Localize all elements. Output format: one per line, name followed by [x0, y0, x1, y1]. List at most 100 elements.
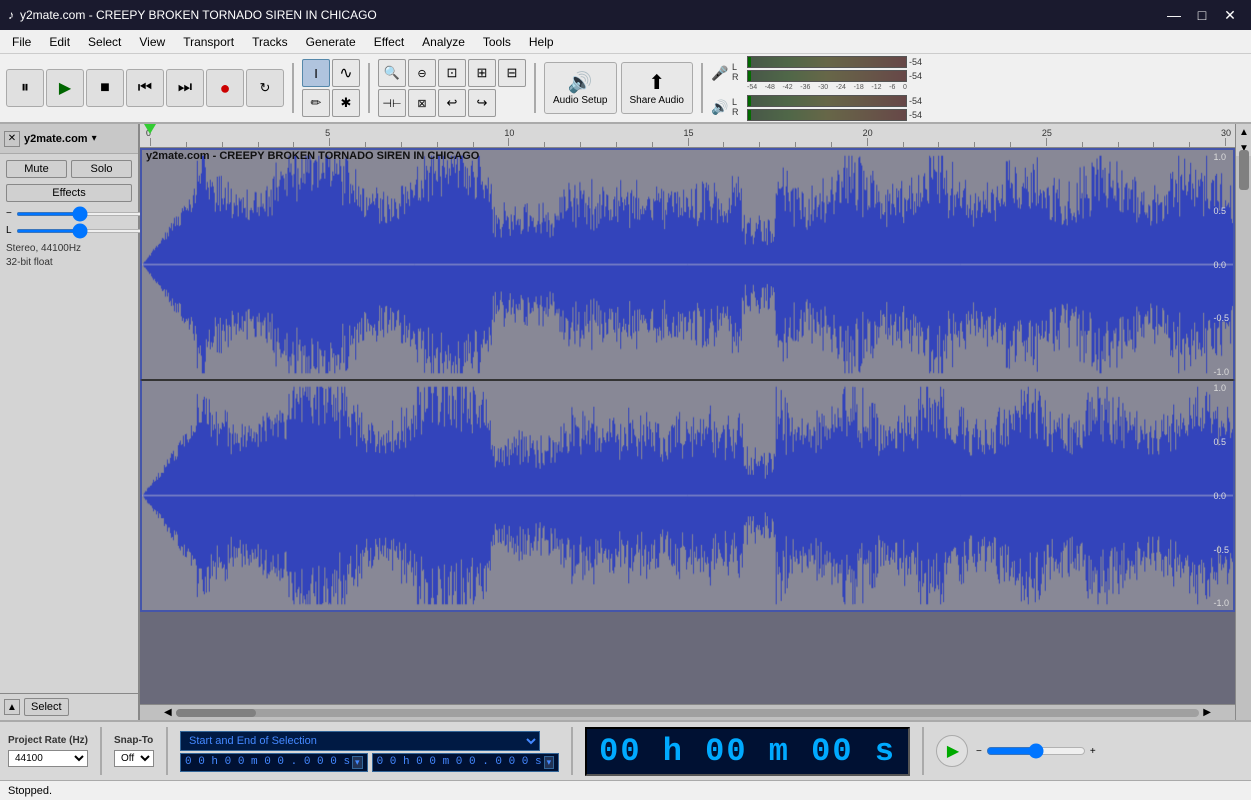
- playback-db-label-r: -54: [909, 110, 929, 120]
- gain-slider[interactable]: [16, 212, 145, 216]
- track-close-icon: ✕: [8, 133, 16, 144]
- menu-file[interactable]: File: [4, 33, 39, 51]
- record-level-bar-r: [747, 70, 907, 82]
- speed-slider[interactable]: [986, 743, 1086, 759]
- menu-help[interactable]: Help: [521, 33, 562, 51]
- mute-button[interactable]: Mute: [6, 160, 67, 178]
- separator-3: [534, 63, 536, 113]
- redo-button[interactable]: ↪: [468, 89, 496, 117]
- multi-tool-icon: ✱: [341, 95, 352, 111]
- stop-button[interactable]: ■: [86, 69, 124, 107]
- select-button[interactable]: Select: [24, 698, 69, 716]
- selection-type-dropdown[interactable]: Start and End of Selection Start and Len…: [180, 731, 540, 751]
- menu-view[interactable]: View: [131, 33, 173, 51]
- record-icon: ●: [220, 78, 231, 99]
- record-button[interactable]: ●: [206, 69, 244, 107]
- track-close-button[interactable]: ✕: [4, 131, 20, 147]
- audio-setup-button[interactable]: 🔊 Audio Setup: [544, 62, 617, 114]
- scroll-right-arrow[interactable]: ▶: [1199, 707, 1215, 718]
- play-button[interactable]: ▶: [46, 69, 84, 107]
- minimize-button[interactable]: —: [1161, 4, 1187, 26]
- separator-2: [368, 63, 370, 113]
- silence-audio-button[interactable]: ⊠: [408, 89, 436, 117]
- waveform-container[interactable]: y2mate.com - CREEPY BROKEN TORNADO SIREN…: [140, 148, 1235, 704]
- selection-end-spinner[interactable]: ▾: [544, 756, 555, 769]
- menu-edit[interactable]: Edit: [41, 33, 78, 51]
- menu-effect[interactable]: Effect: [366, 33, 412, 51]
- zoom-in-button[interactable]: 🔍: [378, 59, 406, 87]
- zoom-group: 🔍 ⊖ ⊡ ⊞ ⊟ ⊣⊢ ⊠ ↩: [378, 59, 526, 117]
- effects-button[interactable]: Effects: [6, 184, 132, 202]
- envelope-tool-button[interactable]: ∿: [332, 59, 360, 87]
- menu-analyze[interactable]: Analyze: [414, 33, 473, 51]
- meter-area: 🎤 LR -54 -54 -54-48-42-36-30-24-18-12-60: [711, 58, 929, 118]
- play-icon: ▶: [59, 78, 71, 98]
- share-audio-label: Share Audio: [630, 95, 685, 106]
- record-meter-row: 🎤 LR -54 -54 -54-48-42-36-30-24-18-12-60: [711, 56, 929, 91]
- share-audio-icon: ⬆: [648, 70, 665, 95]
- solo-button[interactable]: Solo: [71, 160, 132, 178]
- bottom-play-button[interactable]: ▶: [936, 735, 968, 767]
- lr-label-playback: LR: [732, 98, 744, 118]
- menu-transport[interactable]: Transport: [175, 33, 242, 51]
- playback-meter-row: 🔊 LR -54 -54: [711, 95, 929, 121]
- skip-end-button[interactable]: ⏭: [166, 69, 204, 107]
- undo-button[interactable]: ↩: [438, 89, 466, 117]
- menu-bar: File Edit Select View Transport Tracks G…: [0, 30, 1251, 54]
- bottom-play-icon: ▶: [947, 741, 959, 761]
- record-level-mask-r: [751, 71, 906, 81]
- snap-to-select[interactable]: Off On: [114, 750, 154, 767]
- v-scrollbar-thumb[interactable]: [1239, 150, 1249, 190]
- track-info: Stereo, 44100Hz 32-bit float: [6, 242, 132, 270]
- selection-start-spinner[interactable]: ▾: [352, 756, 363, 769]
- gain-row: − +: [6, 208, 132, 219]
- menu-tools[interactable]: Tools: [475, 33, 519, 51]
- playback-level-mask-r: [751, 110, 906, 120]
- skip-start-button[interactable]: ⏮: [126, 69, 164, 107]
- share-audio-button[interactable]: ⬆ Share Audio: [621, 62, 694, 114]
- loop-button[interactable]: ↻: [246, 69, 284, 107]
- track-panel: ✕ y2mate.com ▾ Mute Solo Effects − + L R: [0, 124, 140, 720]
- empty-track-area: [140, 612, 1235, 704]
- zoom-selection-button[interactable]: ⊟: [498, 59, 526, 87]
- fit-project-icon: ⊡: [447, 65, 458, 81]
- zoom-out-button[interactable]: ⊖: [408, 59, 436, 87]
- draw-tool-icon: ✏: [311, 95, 322, 111]
- trim-audio-button[interactable]: ⊣⊢: [378, 89, 406, 117]
- silence-audio-icon: ⊠: [417, 97, 426, 110]
- maximize-button[interactable]: □: [1189, 4, 1215, 26]
- scroll-left-arrow[interactable]: ◀: [160, 707, 176, 718]
- fit-project-button[interactable]: ⊡: [438, 59, 466, 87]
- bottom-sep-3: [571, 727, 573, 775]
- collapse-icon: ▲: [7, 702, 17, 713]
- draw-tool-button[interactable]: ✏: [302, 89, 330, 117]
- pan-slider[interactable]: [16, 229, 145, 233]
- separator-4: [701, 63, 703, 113]
- h-scrollbar-thumb[interactable]: [176, 709, 256, 717]
- multi-tool-button[interactable]: ✱: [332, 89, 360, 117]
- track-dropdown-icon[interactable]: ▾: [92, 133, 97, 144]
- playback-meter-bars: -54 -54: [747, 95, 929, 121]
- track-name-label: y2mate.com: [24, 133, 88, 145]
- playback-level-bar-l: [747, 95, 907, 107]
- pause-button[interactable]: ⏸: [6, 69, 44, 107]
- mic-icon: 🎤: [711, 65, 729, 82]
- mute-solo-row: Mute Solo: [6, 160, 132, 178]
- menu-tracks[interactable]: Tracks: [244, 33, 296, 51]
- h-scrollbar-track[interactable]: [176, 709, 1200, 717]
- envelope-tool-icon: ∿: [339, 63, 352, 83]
- menu-generate[interactable]: Generate: [298, 33, 364, 51]
- toolbar: ⏸ ▶ ■ ⏮ ⏭ ● ↻ I ∿: [0, 54, 1251, 124]
- track-collapse-button[interactable]: ▲: [4, 699, 20, 715]
- menu-select[interactable]: Select: [80, 33, 129, 51]
- scroll-up-arrow[interactable]: ▲: [1236, 124, 1251, 140]
- pan-row: L R: [6, 225, 132, 236]
- loop-icon: ↻: [260, 80, 271, 96]
- ruler-content: 051015202530: [140, 124, 1235, 147]
- fit-height-button[interactable]: ⊞: [468, 59, 496, 87]
- close-button[interactable]: ✕: [1217, 4, 1243, 26]
- project-rate-select[interactable]: 44100 48000 96000: [8, 750, 88, 767]
- title-bar-controls: — □ ✕: [1161, 4, 1243, 26]
- selection-end-value: 0 0 h 0 0 m 0 0 . 0 0 0 s: [377, 756, 542, 768]
- selection-tool-button[interactable]: I: [302, 59, 330, 87]
